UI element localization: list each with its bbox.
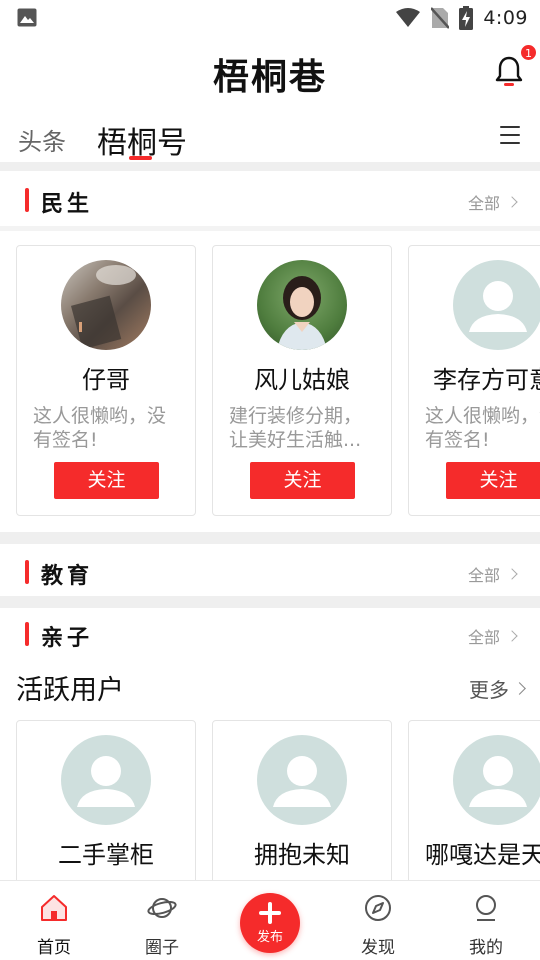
section-header-qinzi: 亲子 全部 <box>0 608 540 660</box>
avatar <box>61 735 151 825</box>
section-marker <box>25 560 29 584</box>
user-card[interactable]: 风儿姑娘 建行装修分期，让美好生活触... 关注 <box>212 245 392 516</box>
user-name: 哪嘎达是天 <box>425 841 540 869</box>
menu-icon[interactable] <box>500 126 520 144</box>
compass-icon <box>365 895 391 921</box>
section-all-label: 全部 <box>467 566 500 585</box>
tab-headlines[interactable]: 头条 <box>18 122 66 157</box>
planet-icon <box>147 898 177 918</box>
nav-label: 圈子 <box>145 938 179 958</box>
divider <box>0 596 540 608</box>
user-card[interactable]: 仔哥 这人很懒哟，没有签名! 关注 <box>16 245 196 516</box>
divider <box>0 162 540 171</box>
user-signature: 这人很懒哟，没有签名! <box>33 405 167 451</box>
user-card[interactable]: 哪嘎达是天 <box>408 720 540 880</box>
user-name: 仔哥 <box>82 366 130 394</box>
section-title: 亲子 <box>41 626 94 651</box>
section-header-minsheng: 民生 全部 <box>0 174 540 226</box>
publish-button[interactable]: 发布 <box>240 893 300 953</box>
section-all-label: 全部 <box>467 628 500 647</box>
avatar <box>257 260 347 350</box>
default-avatar-icon <box>469 281 527 332</box>
user-name: 拥抱未知 <box>254 841 350 869</box>
section-marker <box>25 188 29 212</box>
section-all-label: 全部 <box>467 194 500 213</box>
chevron-right-icon <box>506 196 518 208</box>
battery-charging-icon <box>459 6 474 30</box>
no-sim-icon <box>431 7 450 29</box>
active-users-card-row: 二手掌柜 拥抱未知 哪嘎达是天 <box>0 720 540 880</box>
divider <box>0 226 540 231</box>
user-card[interactable]: 李存方可意 这人很懒哟，没有签名! 关注 <box>408 245 540 516</box>
wifi-icon <box>396 8 421 27</box>
more-label: 更多 <box>469 678 509 702</box>
avatar <box>61 260 151 350</box>
user-name: 风儿姑娘 <box>254 366 350 394</box>
user-signature: 建行装修分期，让美好生活触... <box>229 405 363 451</box>
section-title: 教育 <box>41 564 94 589</box>
nav-circle[interactable]: 圈子 <box>112 881 212 960</box>
nav-profile[interactable]: 我的 <box>436 881 536 960</box>
profile-icon <box>476 895 496 921</box>
divider <box>0 532 540 544</box>
section-all-link[interactable]: 全部 <box>467 190 518 214</box>
user-name: 李存方可意 <box>433 366 540 394</box>
follow-button[interactable]: 关注 <box>54 462 159 499</box>
user-card[interactable]: 拥抱未知 <box>212 720 392 880</box>
nav-label: 发现 <box>361 938 395 958</box>
top-tabs: 头条 梧桐号 <box>0 108 540 162</box>
active-users-header: 活跃用户 更多 <box>0 662 540 710</box>
default-avatar-icon <box>77 756 135 807</box>
user-card[interactable]: 二手掌柜 <box>16 720 196 880</box>
app-title: 梧桐巷 <box>212 57 327 98</box>
more-link[interactable]: 更多 <box>469 674 526 703</box>
follow-button[interactable]: 关注 <box>446 462 540 499</box>
publish-label: 发布 <box>256 930 283 945</box>
status-time: 4:09 <box>483 7 528 29</box>
section-all-link[interactable]: 全部 <box>467 562 518 586</box>
avatar <box>257 735 347 825</box>
user-name: 二手掌柜 <box>58 841 154 869</box>
notification-button[interactable] <box>494 54 524 88</box>
section-header-jiaoyu: 教育 全部 <box>0 546 540 598</box>
section-title: 民生 <box>41 192 94 217</box>
user-signature: 这人很懒哟，没有签名! <box>425 405 540 451</box>
title-bar: 梧桐巷 1 <box>0 36 540 108</box>
notification-badge: 1 <box>520 44 537 61</box>
bottom-nav: 首页 圈子 发布 发现 我的 <box>0 880 540 960</box>
home-icon <box>41 895 67 921</box>
nav-home[interactable]: 首页 <box>4 881 104 960</box>
status-bar: 4:09 <box>0 0 540 36</box>
nav-label: 我的 <box>469 938 503 958</box>
section-marker <box>25 622 29 646</box>
tab-indicator <box>129 156 152 160</box>
nav-label: 首页 <box>37 938 71 958</box>
bell-icon <box>495 56 523 86</box>
image-icon <box>17 8 37 27</box>
avatar <box>453 260 540 350</box>
chevron-right-icon <box>506 568 518 580</box>
active-users-title: 活跃用户 <box>16 675 124 706</box>
nav-discover[interactable]: 发现 <box>328 881 428 960</box>
section-all-link[interactable]: 全部 <box>467 624 518 648</box>
default-avatar-icon <box>469 756 527 807</box>
default-avatar-icon <box>273 756 331 807</box>
minsheng-card-row: 仔哥 这人很懒哟，没有签名! 关注 风儿姑娘 建行装修分期，让美好生活触... … <box>0 245 540 517</box>
follow-button[interactable]: 关注 <box>250 462 355 499</box>
chevron-right-icon <box>506 630 518 642</box>
avatar <box>453 735 540 825</box>
chevron-right-icon <box>513 682 526 695</box>
